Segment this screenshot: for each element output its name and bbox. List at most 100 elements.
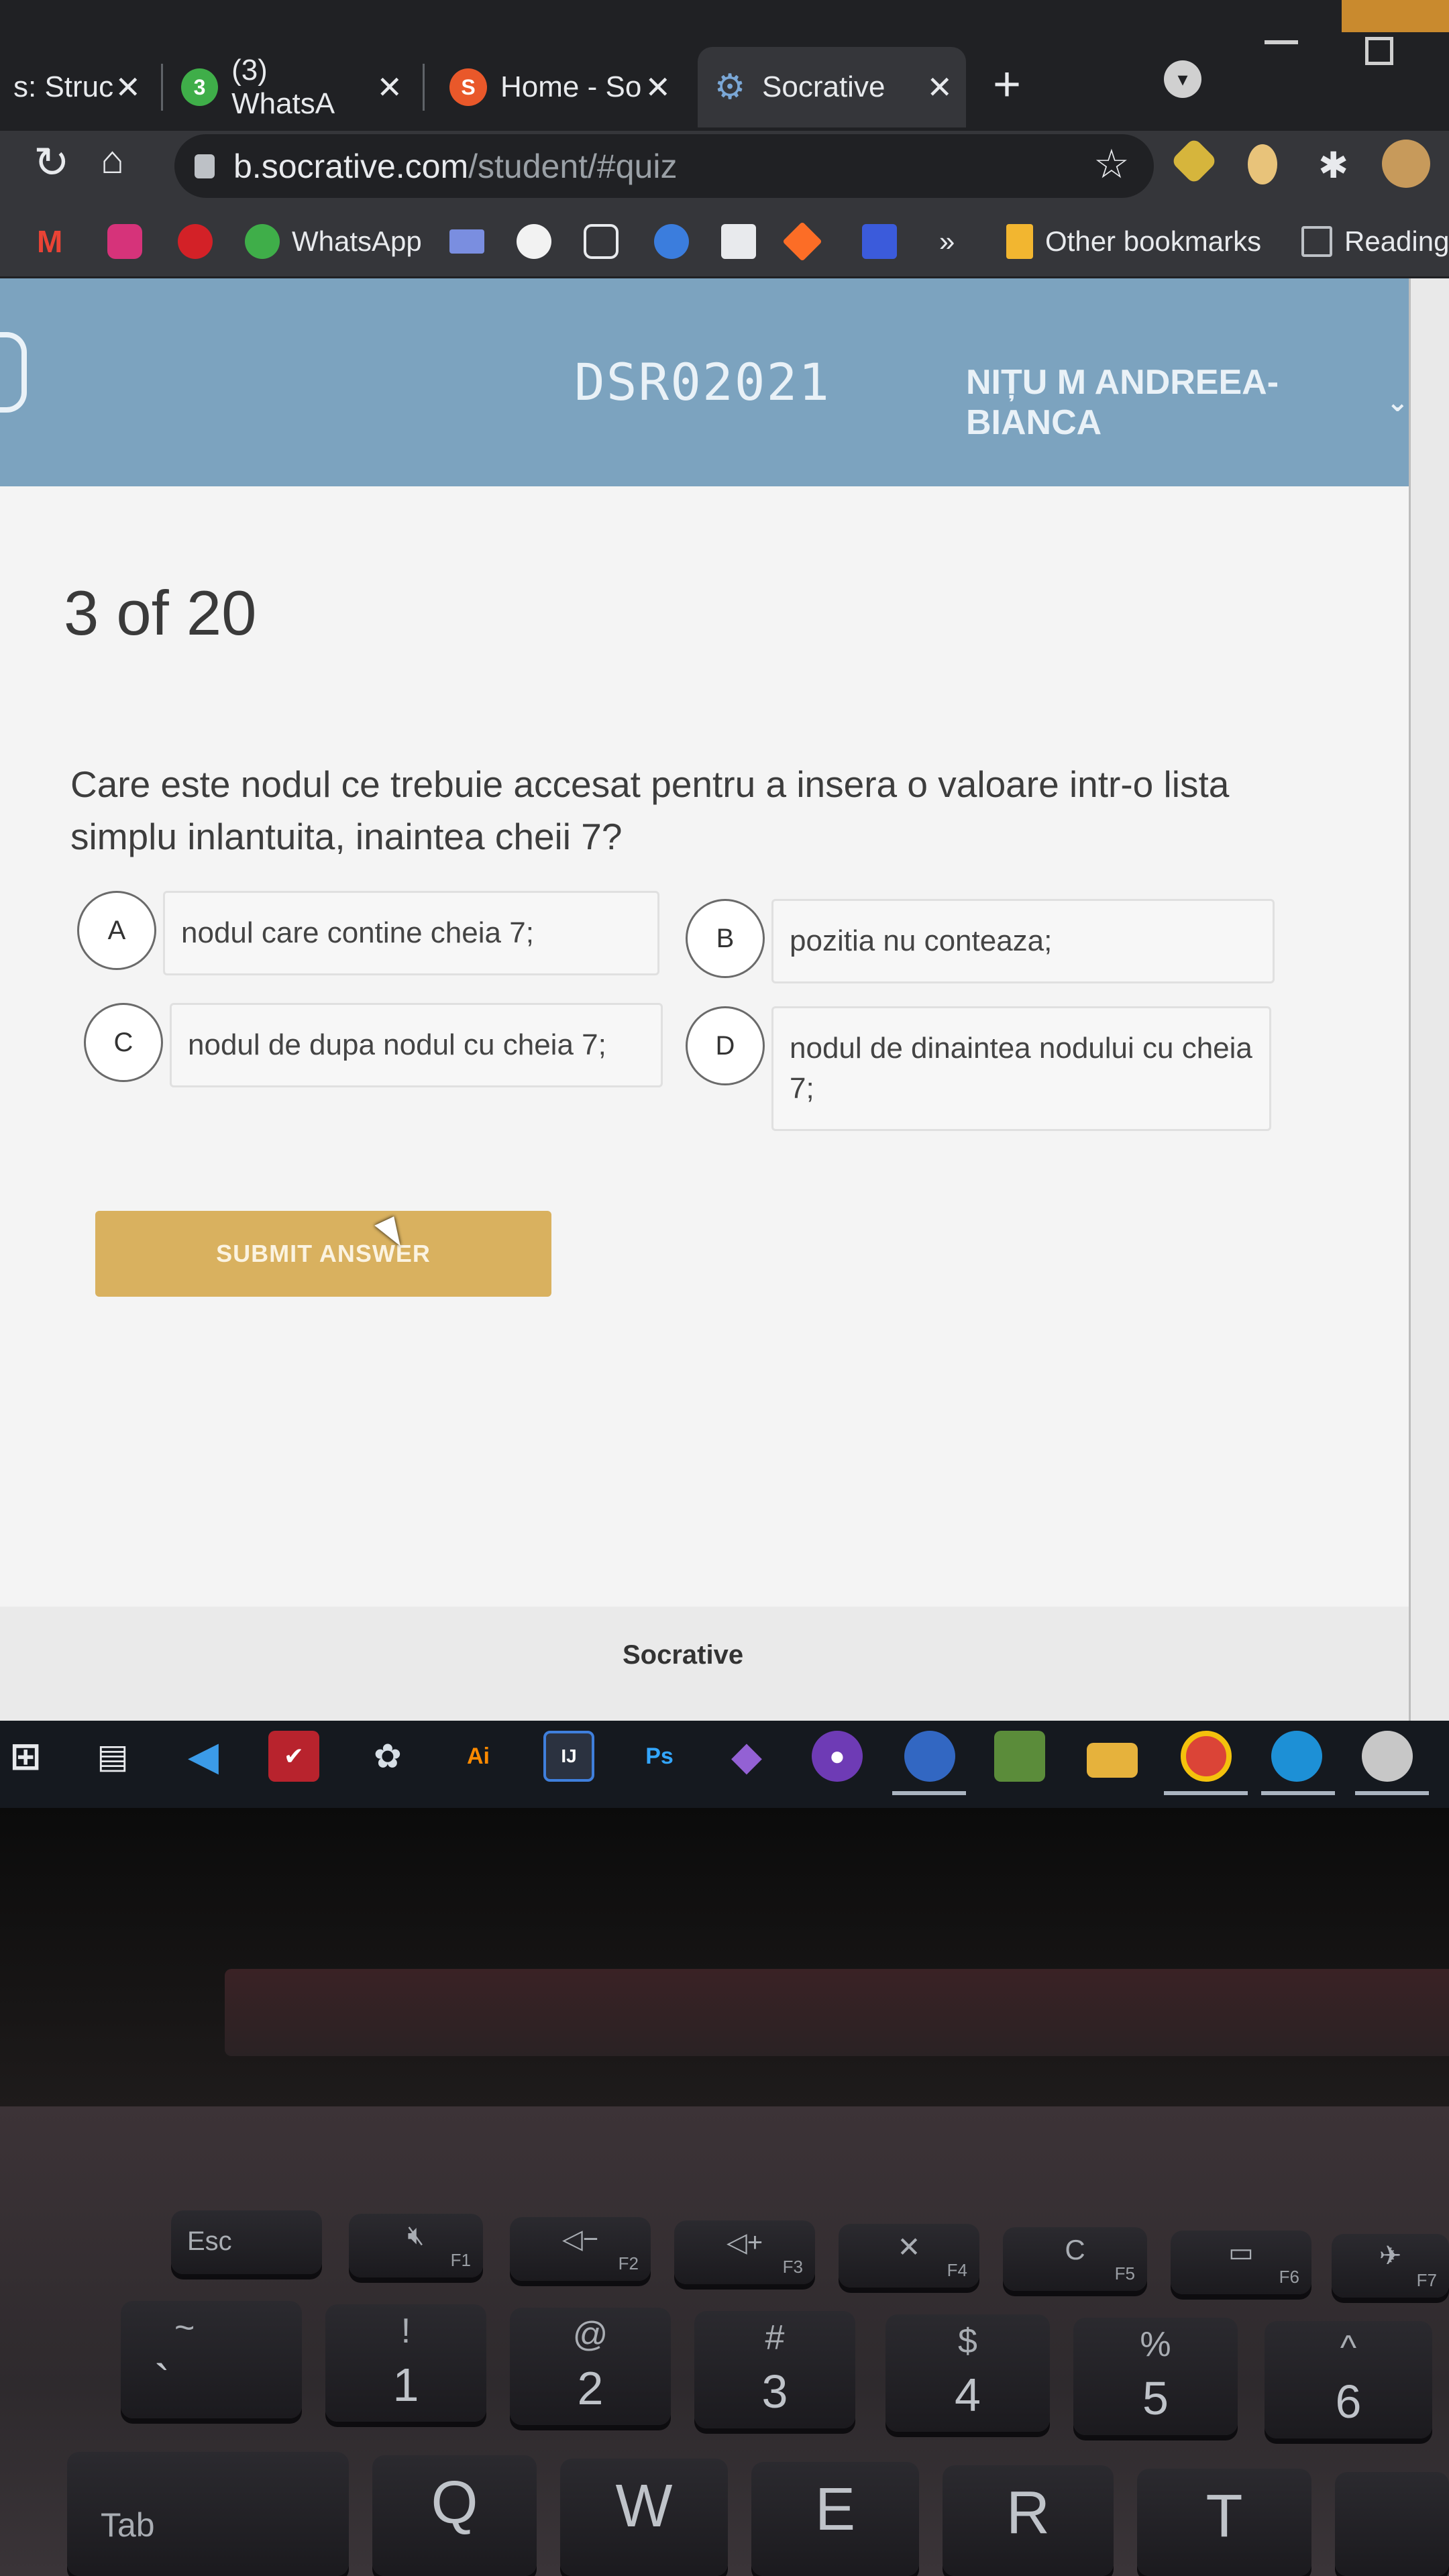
app-icon[interactable] [1362, 1731, 1413, 1782]
key-fn-label: F1 [450, 2250, 471, 2270]
trello-icon[interactable] [721, 221, 768, 262]
github-desktop-icon[interactable]: ● [812, 1731, 863, 1782]
key-fn-label: F4 [947, 2260, 967, 2280]
refresh-icon: C [1065, 2234, 1085, 2265]
address-bar[interactable]: b.socrative.com /student/#quiz [174, 134, 1154, 198]
tab-whatsapp[interactable]: 3 (3) WhatsA ✕ [168, 47, 416, 127]
quiz-header: DSR02021 NIȚU M ANDREEA-BIANCA ⌄ [0, 278, 1409, 486]
instagram-icon[interactable] [107, 221, 154, 262]
answer-option-d[interactable]: D nodul de dinaintea nodului cu cheia 7; [686, 1006, 1271, 1131]
key-fn-label: F2 [618, 2253, 639, 2273]
answer-option-a[interactable]: A nodul care contine cheia 7; [77, 891, 659, 975]
bookmark-other[interactable]: Other bookmarks [1006, 221, 1261, 262]
tab-home-socrative[interactable]: S Home - So ✕ [436, 47, 684, 127]
app-icon[interactable]: ✔ [268, 1731, 319, 1782]
active-app-indicator [1164, 1791, 1248, 1795]
bookmark-whatsapp[interactable]: WhatsApp [245, 221, 422, 262]
mail-icon[interactable] [449, 221, 496, 262]
codepen-icon[interactable] [584, 221, 631, 262]
avatar[interactable] [1382, 140, 1430, 188]
close-icon[interactable]: ✕ [645, 69, 671, 105]
key-5[interactable]: % 5 [1073, 2318, 1238, 2435]
key-3[interactable]: # 3 [694, 2311, 855, 2428]
app-icon[interactable] [904, 1731, 955, 1782]
submit-answer-button[interactable]: SUBMIT ANSWER [95, 1211, 551, 1297]
quiz-page: DSR02021 NIȚU M ANDREEA-BIANCA ⌄ 3 of 20… [0, 278, 1409, 1721]
key-f2[interactable]: ◁− F2 [510, 2217, 651, 2281]
answer-option-c[interactable]: C nodul de dupa nodul cu cheia 7; [84, 1003, 663, 1087]
key-y[interactable] [1335, 2472, 1449, 2576]
key-4[interactable]: $ 4 [885, 2314, 1050, 2432]
extensions-puzzle-icon[interactable]: ✱ [1318, 144, 1358, 186]
close-icon[interactable]: ✕ [376, 69, 402, 105]
key-f6[interactable]: ▭ F6 [1171, 2231, 1311, 2294]
tab-socrative[interactable]: ⚙ Socrative ✕ [698, 47, 966, 127]
chevron-down-icon: ⌄ [1386, 388, 1409, 417]
app-icon[interactable]: ✿ [362, 1731, 413, 1782]
answer-text: nodul de dinaintea nodului cu cheia 7; [771, 1006, 1271, 1131]
bookmark-icon[interactable] [862, 221, 909, 262]
key-shift-label: ~ [174, 2308, 195, 2347]
key-t[interactable]: T [1137, 2469, 1311, 2576]
image-viewer-icon[interactable] [994, 1731, 1045, 1782]
close-icon[interactable]: ✕ [115, 69, 141, 105]
gmail-icon[interactable]: M [37, 221, 84, 262]
laptop-bezel [0, 1808, 1449, 2106]
home-icon[interactable]: ⌂ [101, 138, 124, 182]
key-2[interactable]: @ 2 [510, 2308, 671, 2425]
tab-structures[interactable]: s: Struc ✕ [0, 47, 154, 127]
key-r[interactable]: R [943, 2465, 1114, 2576]
answer-option-b[interactable]: B pozitia nu conteaza; [686, 899, 1275, 983]
edge-icon[interactable] [1271, 1731, 1322, 1782]
key-esc[interactable]: Esc [171, 2210, 322, 2274]
key-tab[interactable]: Tab [67, 2452, 349, 2576]
windows-start-icon[interactable]: ⊞ [0, 1731, 51, 1782]
key-q[interactable]: Q [372, 2455, 537, 2576]
photoshop-icon[interactable]: Ps [634, 1731, 685, 1782]
key-6[interactable]: ^ 6 [1265, 2321, 1432, 2438]
bookmark-label: WhatsApp [292, 225, 422, 257]
task-view-icon[interactable]: ▤ [87, 1731, 138, 1782]
room-code: DSR02021 [574, 352, 831, 412]
bookmark-label: Other bookmarks [1045, 225, 1262, 257]
key-label: 3 [761, 2365, 788, 2418]
key-f1[interactable]: 🔇︎ F1 [349, 2214, 483, 2277]
tab-title: s: Struc [13, 70, 114, 103]
key-shift-label: @ [572, 2315, 608, 2354]
page-scrollbar[interactable] [1409, 278, 1449, 1721]
key-e[interactable]: E [751, 2462, 919, 2576]
key-f7[interactable]: ✈ F7 [1332, 2234, 1449, 2298]
maximize-icon[interactable] [1365, 37, 1393, 65]
key-1[interactable]: ! 1 [325, 2304, 486, 2422]
new-tab-icon[interactable]: + [993, 57, 1021, 112]
c-bookmark-icon[interactable] [654, 221, 701, 262]
file-explorer-icon[interactable] [1087, 1743, 1138, 1778]
illustrator-icon[interactable]: Ai [453, 1731, 504, 1782]
vscode-icon[interactable]: ◀ [178, 1731, 229, 1782]
key-tilde[interactable]: ~ ` [121, 2301, 302, 2418]
gitlab-icon[interactable] [782, 221, 828, 262]
reading-list[interactable]: Reading [1301, 221, 1449, 262]
key-w[interactable]: W [560, 2459, 728, 2576]
key-shift-label: ! [400, 2312, 411, 2351]
bookmarks-overflow[interactable]: » [939, 221, 955, 262]
chrome-icon[interactable] [1181, 1731, 1232, 1782]
key-f5[interactable]: C F5 [1003, 2227, 1147, 2291]
key-label: R [1006, 2479, 1050, 2546]
key-f4[interactable]: ✕ F4 [839, 2224, 979, 2288]
pinterest-icon[interactable] [178, 221, 225, 262]
intellij-icon[interactable]: IJ [543, 1731, 594, 1782]
reload-icon[interactable]: ↻ [34, 138, 70, 188]
close-icon[interactable]: ✕ [926, 69, 953, 105]
key-f3[interactable]: ◁+ F3 [674, 2220, 815, 2284]
extension-icon[interactable] [1248, 144, 1277, 184]
key-label: Tab [101, 2506, 155, 2544]
bookmark-star-icon[interactable]: ☆ [1093, 141, 1130, 188]
answer-text: nodul care contine cheia 7; [163, 891, 659, 975]
visual-studio-icon[interactable]: ◆ [721, 1731, 772, 1782]
student-menu[interactable]: NIȚU M ANDREEA-BIANCA ⌄ [966, 362, 1409, 443]
minimize-icon[interactable] [1265, 40, 1298, 44]
socrative-logo-icon[interactable] [0, 332, 27, 413]
github-icon[interactable] [517, 221, 564, 262]
tab-search-icon[interactable]: ▾ [1164, 60, 1201, 98]
